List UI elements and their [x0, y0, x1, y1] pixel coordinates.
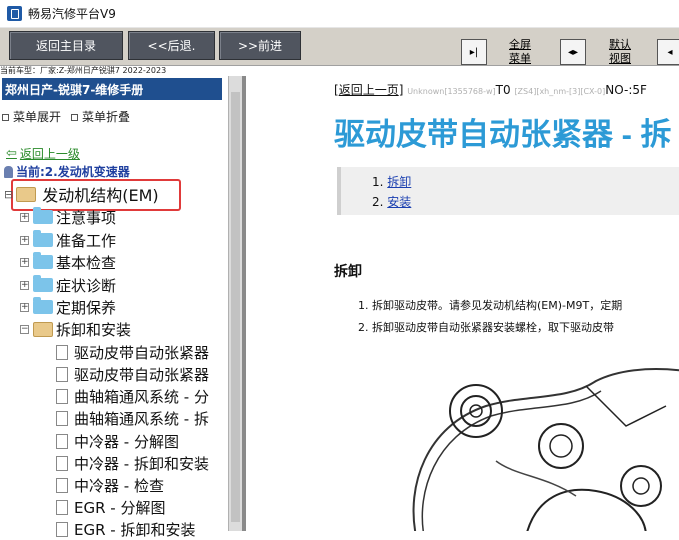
- collapse-menu-button[interactable]: 菜单折叠: [71, 108, 130, 125]
- home-button[interactable]: 返回主目录: [9, 31, 123, 60]
- expand-menu-button[interactable]: 菜单展开: [2, 108, 61, 125]
- page-title: 驱动皮带自动张紧器 - 拆: [334, 117, 672, 152]
- title-bar: 畅易汽修平台V9: [0, 0, 679, 28]
- toolbar: 返回主目录 <<后退. >>前进 ▸| 全屏 菜单 ◂▸ 默认 视图 ◂: [0, 28, 679, 66]
- scrollbar-thumb[interactable]: [231, 92, 240, 522]
- tree-doc[interactable]: 中冷器 - 拆卸和安装: [56, 453, 209, 473]
- location-pin-icon: [4, 165, 13, 178]
- collapse-icon: [71, 114, 79, 121]
- folder-icon: [33, 252, 53, 269]
- document-icon: [56, 455, 68, 471]
- toc-item: 2. 安装: [372, 195, 412, 209]
- document-icon: [56, 410, 68, 426]
- tree-doc[interactable]: EGR - 分解图: [56, 497, 165, 517]
- tree-doc[interactable]: 中冷器 - 分解图: [56, 431, 179, 451]
- window-title: 畅易汽修平台V9: [28, 7, 116, 21]
- folder-icon: [33, 297, 53, 314]
- step-text: 1. 拆卸驱动皮带。请参见发动机结构(EM)-M9T，定期: [358, 299, 623, 312]
- current-location: 当前:2.发动机变速器: [4, 163, 130, 180]
- tree-folder[interactable]: + 注意事项: [20, 207, 116, 227]
- tree-doc[interactable]: 曲轴箱通风系统 - 分: [56, 386, 209, 406]
- back-page-link[interactable]: 返回上一页: [339, 83, 399, 97]
- app-icon: [7, 6, 22, 21]
- back-button[interactable]: <<后退.: [128, 31, 215, 60]
- toc-item: 1. 拆卸: [372, 175, 412, 189]
- expand-icon: [2, 114, 9, 121]
- collapse-root-icon: ⊟: [4, 187, 14, 201]
- document-icon: [56, 477, 68, 493]
- document-icon: [56, 521, 68, 537]
- tree-folder-open[interactable]: − 拆卸和安装: [20, 319, 131, 339]
- tree-doc[interactable]: EGR - 拆卸和安装: [56, 519, 195, 539]
- tree-root[interactable]: ⊟ 发动机结构(EM): [4, 182, 159, 206]
- back-up-link[interactable]: ⇦ 返回上一级: [6, 145, 80, 162]
- content-pane: [返回上一页] Unknown[1355768-w]T0 [ZS4][xh_nm…: [246, 76, 679, 531]
- tensioner-diagram: [412, 368, 679, 531]
- tree-folder[interactable]: + 基本检查: [20, 252, 116, 272]
- fullscreen-menu-label[interactable]: 全屏 菜单: [500, 38, 540, 66]
- step-text: 2. 拆卸驱动皮带自动张紧器安装螺栓，取下驱动皮带: [358, 321, 614, 334]
- tree-folder[interactable]: + 症状诊断: [20, 275, 116, 295]
- vehicle-caption: 当前车型：厂家:Z-郑州日产锐骐7 2022-2023: [0, 66, 167, 75]
- toc-box: 1. 拆卸 2. 安装: [337, 167, 679, 215]
- tree-doc[interactable]: 曲轴箱通风系统 - 拆: [56, 408, 209, 428]
- toc-link-removal[interactable]: 拆卸: [387, 175, 411, 189]
- document-icon: [56, 388, 68, 404]
- forward-button[interactable]: >>前进: [219, 31, 301, 60]
- tree-doc[interactable]: 驱动皮带自动张紧器: [56, 342, 209, 362]
- default-view-icon[interactable]: ◂▸: [560, 39, 586, 65]
- tree-doc[interactable]: 驱动皮带自动张紧器: [56, 364, 209, 384]
- folder-icon: [33, 207, 53, 224]
- tree-folder[interactable]: + 定期保养: [20, 297, 116, 317]
- default-view-label[interactable]: 默认 视图: [600, 38, 640, 66]
- folder-icon: [33, 275, 53, 292]
- section-title: 拆卸: [334, 264, 362, 280]
- tree-doc[interactable]: 中冷器 - 检查: [56, 475, 164, 495]
- tree-folder[interactable]: + 准备工作: [20, 230, 116, 250]
- document-icon: [56, 499, 68, 515]
- folder-icon: [33, 230, 53, 247]
- document-icon: [56, 344, 68, 360]
- fullscreen-icon[interactable]: ▸|: [461, 39, 487, 65]
- meta-line: [返回上一页] Unknown[1355768-w]T0 [ZS4][xh_nm…: [334, 83, 647, 97]
- car-header: 郑州日产-锐骐7-维修手册: [2, 78, 222, 100]
- menu-toggles: 菜单展开 菜单折叠: [2, 108, 130, 125]
- toc-link-install[interactable]: 安装: [387, 195, 411, 209]
- panel-toggle-icon[interactable]: ◂: [657, 39, 679, 65]
- left-panel: 郑州日产-锐骐7-维修手册 菜单展开 菜单折叠 ⇦ 返回上一级 当前:2.发动机…: [0, 76, 228, 539]
- open-book-icon: [16, 186, 37, 202]
- tree-scrollbar[interactable]: [228, 76, 242, 531]
- document-icon: [56, 366, 68, 382]
- open-book-icon: [33, 321, 53, 337]
- left-arrow-icon: ⇦: [6, 146, 17, 161]
- document-icon: [56, 433, 68, 449]
